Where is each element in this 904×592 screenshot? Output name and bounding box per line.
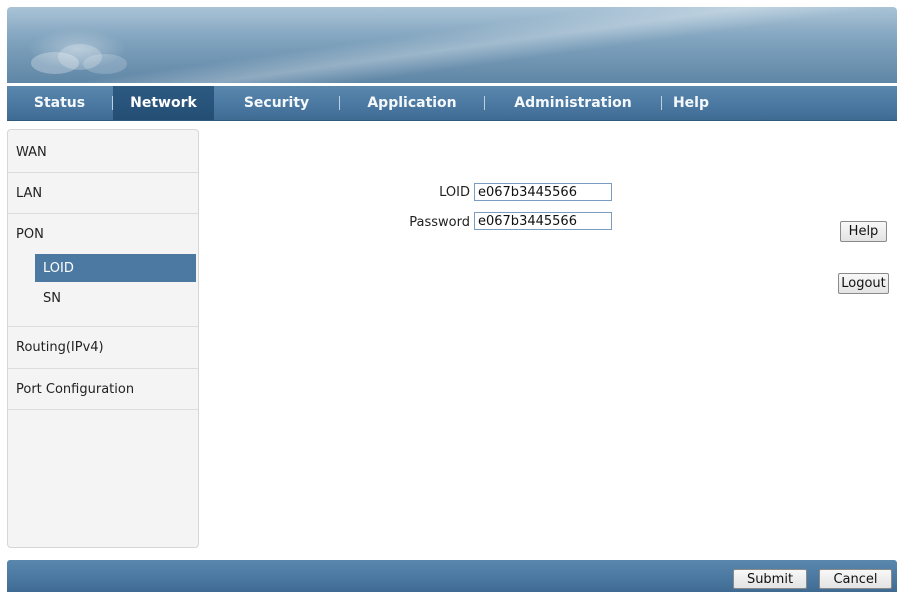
sidebar-subitem-sn[interactable]: SN: [35, 284, 196, 312]
nav-separator: [484, 96, 485, 110]
logout-button[interactable]: Logout: [838, 273, 889, 294]
sidebar-item-wan[interactable]: WAN: [8, 132, 198, 173]
sidebar-subitem-loid[interactable]: LOID: [35, 254, 196, 282]
cancel-button[interactable]: Cancel: [819, 569, 892, 589]
nav-separator: [339, 96, 340, 110]
footer-bar: Submit Cancel: [7, 560, 897, 592]
nav-security[interactable]: Security: [214, 86, 339, 120]
sidebar-item-lan[interactable]: LAN: [8, 173, 198, 214]
nav-separator: [661, 96, 662, 110]
help-button[interactable]: Help: [840, 221, 887, 242]
nav-network[interactable]: Network: [113, 86, 214, 120]
loid-input[interactable]: [474, 183, 612, 201]
sidebar-item-pon[interactable]: PON: [8, 214, 198, 255]
nav-help[interactable]: Help: [662, 86, 720, 120]
nav-status[interactable]: Status: [7, 86, 112, 120]
loid-label: LOID: [439, 185, 470, 200]
password-input[interactable]: [474, 212, 612, 230]
sidebar-item-port-configuration[interactable]: Port Configuration: [8, 369, 198, 410]
header-banner: [7, 7, 897, 83]
nav-administration[interactable]: Administration: [485, 86, 661, 120]
logo-cloud-icon: [31, 44, 127, 74]
submit-button[interactable]: Submit: [733, 569, 807, 589]
password-label: Password: [409, 215, 470, 230]
nav-application[interactable]: Application: [340, 86, 484, 120]
sidebar: WAN LAN PON LOID SN Routing(IPv4) Port C…: [7, 129, 199, 548]
top-navigation: Status Network Security Application Admi…: [7, 86, 897, 121]
sidebar-item-routing-ipv4[interactable]: Routing(IPv4): [8, 326, 198, 369]
nav-separator: [112, 96, 113, 110]
